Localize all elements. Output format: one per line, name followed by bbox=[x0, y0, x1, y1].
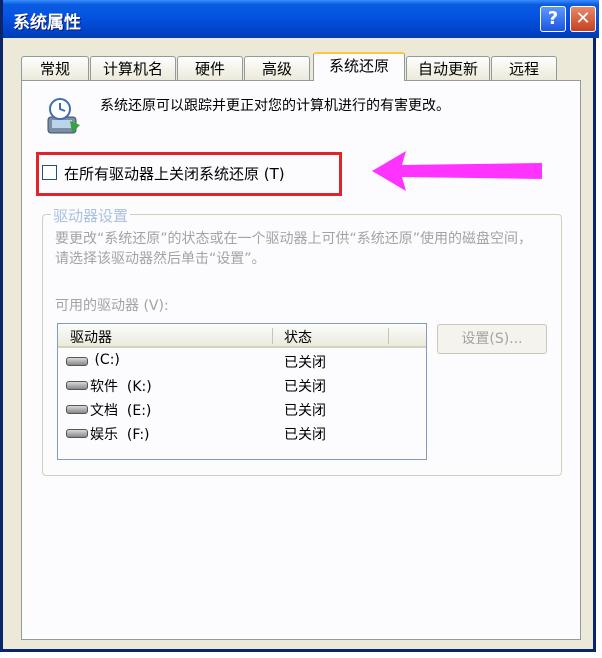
column-status[interactable]: 状态 bbox=[284, 327, 312, 347]
tab-automatic-updates[interactable]: 自动更新 bbox=[406, 56, 490, 80]
drive-settings-title: 驱动器设置 bbox=[51, 205, 131, 226]
column-drive[interactable]: 驱动器 bbox=[70, 327, 112, 347]
tab-advanced[interactable]: 高级 bbox=[244, 56, 310, 80]
tab-system-restore[interactable]: 系统还原 bbox=[313, 52, 405, 81]
drive-name: 软件 (K:) bbox=[90, 379, 152, 395]
window-title: 系统属性 bbox=[13, 13, 81, 33]
intro-text: 系统还原可以跟踪并更正对您的计算机进行的有害更改。 bbox=[100, 98, 450, 114]
drive-status: 已关闭 bbox=[284, 355, 326, 371]
drive-row[interactable]: 文档 (E:) 已关闭 bbox=[58, 398, 426, 422]
column-separator[interactable] bbox=[272, 328, 273, 344]
drive-row[interactable]: 娱乐 (F:) 已关闭 bbox=[58, 422, 426, 446]
drive-settings-group: 驱动器设置 要更改“系统还原”的状态或在一个驱动器上可供“系统还原”使用的磁盘空… bbox=[42, 205, 562, 476]
drive-status: 已关闭 bbox=[284, 379, 326, 395]
hard-drive-icon bbox=[66, 357, 88, 366]
drive-name: 文档 (E:) bbox=[90, 403, 152, 419]
close-button[interactable]: ✕ bbox=[570, 6, 596, 32]
drive-status: 已关闭 bbox=[284, 427, 326, 443]
settings-button[interactable]: 设置(S)... bbox=[437, 324, 547, 354]
drive-name: 娱乐 (F:) bbox=[90, 427, 150, 443]
tab-remote[interactable]: 远程 bbox=[491, 56, 557, 80]
turn-off-label[interactable]: 在所有驱动器上关闭系统还原 (T) bbox=[64, 163, 285, 184]
drive-settings-description: 要更改“系统还原”的状态或在一个驱动器上可供“系统还原”使用的磁盘空间，请选择该… bbox=[55, 231, 533, 267]
tab-computer-name[interactable]: 计算机名 bbox=[90, 56, 176, 80]
turn-off-checkbox[interactable] bbox=[42, 165, 57, 180]
title-bar[interactable]: 系统属性 ? ✕ bbox=[3, 0, 599, 38]
available-drives-label: 可用的驱动器 (V): bbox=[55, 298, 169, 314]
hard-drive-icon bbox=[66, 381, 88, 390]
help-button[interactable]: ? bbox=[540, 6, 566, 32]
drive-row[interactable]: (C:) 已关闭 bbox=[58, 350, 426, 374]
system-restore-panel: 系统还原可以跟踪并更正对您的计算机进行的有害更改。 在所有驱动器上关闭系统还原 … bbox=[21, 80, 581, 640]
drive-status: 已关闭 bbox=[284, 403, 326, 419]
tab-hardware[interactable]: 硬件 bbox=[177, 56, 243, 80]
drive-list[interactable]: 驱动器 状态 (C:) 已关闭 软件 (K:) 已关闭 文档 (E:) 已关闭 … bbox=[57, 323, 427, 460]
drive-name: (C:) bbox=[90, 352, 120, 368]
drive-list-header: 驱动器 状态 bbox=[58, 324, 426, 348]
drive-row[interactable]: 软件 (K:) 已关闭 bbox=[58, 374, 426, 398]
column-separator[interactable] bbox=[388, 328, 389, 344]
arrow-annotation-icon bbox=[372, 151, 542, 191]
tab-general[interactable]: 常规 bbox=[21, 56, 89, 80]
hard-drive-icon bbox=[66, 405, 88, 414]
system-properties-window: 系统属性 ? ✕ 常规 计算机名 硬件 高级 系统还原 自动更新 远程 系统还原… bbox=[0, 0, 599, 652]
hard-drive-icon bbox=[66, 429, 88, 438]
system-restore-icon bbox=[47, 98, 80, 134]
